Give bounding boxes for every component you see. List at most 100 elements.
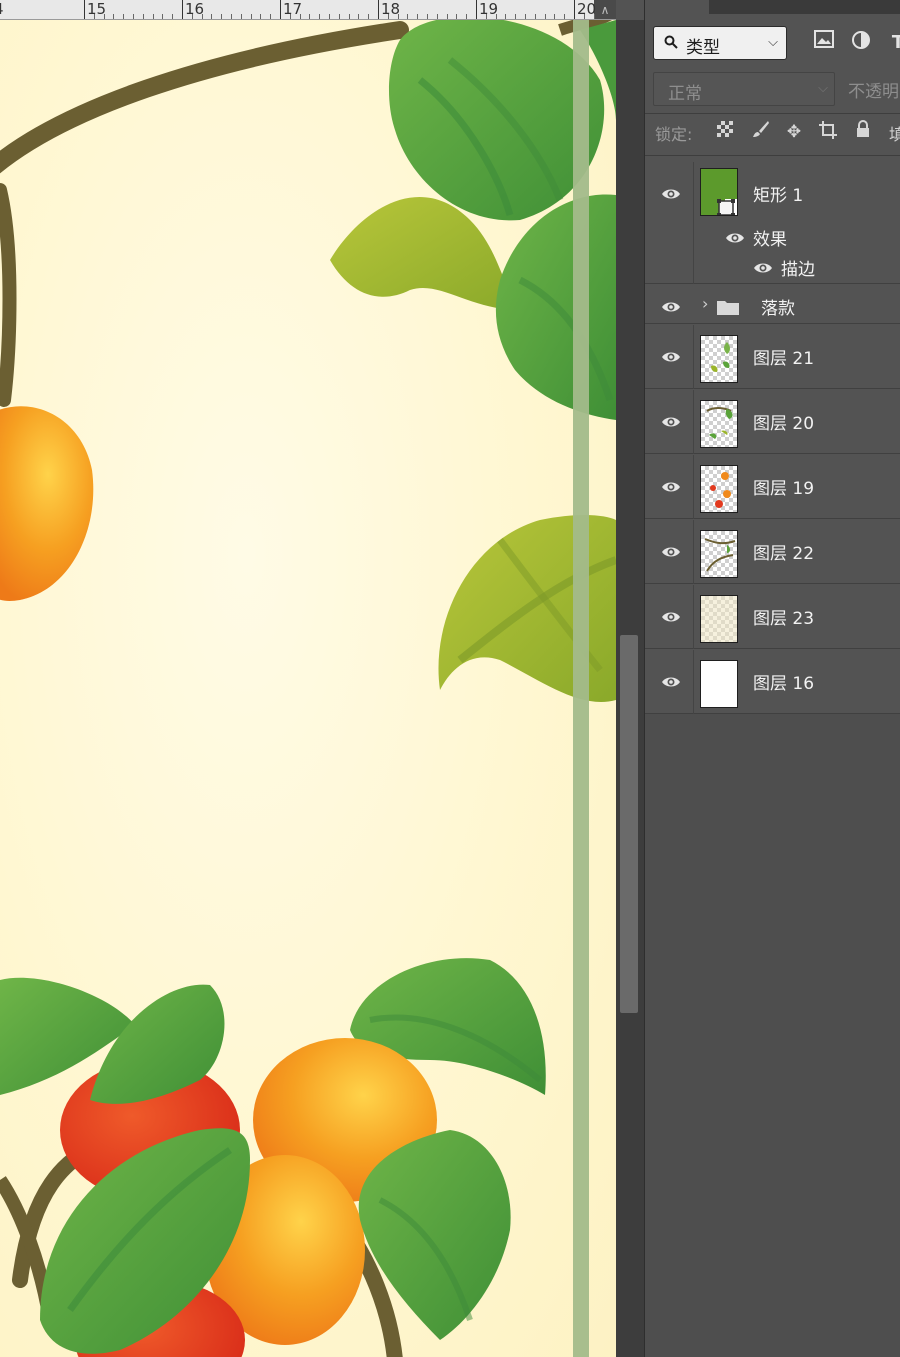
vertical-stroke-line xyxy=(573,20,589,1357)
ruler-minor-tick xyxy=(221,14,223,19)
ruler-minor-tick xyxy=(319,14,321,19)
ruler-label-partial: 4 xyxy=(0,0,4,19)
horizontal-ruler[interactable]: ∧ 15 16 17 18 19 20 4 xyxy=(0,0,616,20)
layer-thumbnail xyxy=(700,530,738,578)
ruler-label: 17 xyxy=(283,0,303,18)
panel-header-strip xyxy=(709,0,900,14)
layer-group-row[interactable]: › 落款 xyxy=(645,290,900,324)
ruler-minor-tick xyxy=(172,14,174,19)
ruler-minor-tick xyxy=(270,14,272,19)
document-canvas[interactable] xyxy=(0,20,616,1357)
visibility-eye-icon[interactable] xyxy=(725,228,745,248)
layer-row-shape[interactable]: 矩形 1 效果 描边 xyxy=(645,162,900,284)
scrollbar-thumb[interactable] xyxy=(620,635,638,1013)
ruler-major-tick xyxy=(280,0,281,19)
layer-thumbnail xyxy=(700,335,738,383)
opacity-label: 不透明 xyxy=(848,82,899,102)
visibility-eye-icon[interactable] xyxy=(661,542,681,562)
fruit-left-orange xyxy=(0,406,94,601)
ruler-minor-tick xyxy=(456,14,458,19)
ruler-minor-tick xyxy=(162,14,164,19)
visibility-eye-icon[interactable] xyxy=(661,184,681,204)
visibility-eye-icon[interactable] xyxy=(661,412,681,432)
row-separator xyxy=(693,162,694,284)
ruler-minor-tick xyxy=(407,14,409,19)
type-filter-icon[interactable]: T xyxy=(885,30,900,56)
layers-empty-area xyxy=(645,714,900,1357)
layer-name: 图层 20 xyxy=(753,414,815,434)
layer-name: 图层 16 xyxy=(753,674,815,694)
row-separator xyxy=(693,325,694,389)
layer-row[interactable]: 图层 22 xyxy=(645,520,900,584)
ruler-minor-tick xyxy=(338,14,340,19)
layer-row[interactable]: 图层 21 xyxy=(645,325,900,389)
ruler-minor-tick xyxy=(309,14,311,19)
lock-artboard-icon[interactable] xyxy=(816,120,840,144)
ruler-label: 19 xyxy=(479,0,499,18)
ruler-minor-tick xyxy=(466,14,468,19)
panel-divider xyxy=(645,155,900,156)
visibility-eye-icon[interactable] xyxy=(661,297,681,317)
row-separator xyxy=(693,585,694,649)
layer-row[interactable]: 图层 23 xyxy=(645,585,900,649)
ruler-major-tick xyxy=(84,0,85,19)
folder-icon xyxy=(717,301,739,315)
visibility-eye-icon[interactable] xyxy=(661,347,681,367)
lock-move-icon[interactable]: ✥ xyxy=(782,120,806,144)
ruler-minor-tick xyxy=(133,14,134,19)
visibility-eye-icon[interactable] xyxy=(661,477,681,497)
ruler-minor-tick xyxy=(152,14,154,19)
ruler-minor-tick xyxy=(123,14,125,19)
leaf-right-middle xyxy=(438,515,616,702)
ruler-minor-tick xyxy=(436,14,438,19)
visibility-eye-icon[interactable] xyxy=(661,607,681,627)
adjustment-filter-icon[interactable] xyxy=(848,30,874,56)
blend-mode-label: 正常 xyxy=(668,84,702,104)
layer-row[interactable]: 图层 19 xyxy=(645,455,900,519)
ruler-minor-tick xyxy=(231,14,232,19)
ruler-minor-tick xyxy=(544,14,546,19)
layer-row[interactable]: 图层 16 xyxy=(645,650,900,714)
ruler-minor-tick xyxy=(358,14,360,19)
stroke-effect-label: 描边 xyxy=(781,260,815,280)
chevron-down-icon: ⌵ xyxy=(818,81,828,96)
blend-mode-select[interactable]: 正常 ⌵ xyxy=(653,72,835,106)
lock-all-icon[interactable] xyxy=(851,120,875,144)
visibility-eye-icon[interactable] xyxy=(661,672,681,692)
ruler-label: 18 xyxy=(381,0,401,18)
layer-thumbnail xyxy=(700,595,738,643)
ruler-major-tick xyxy=(182,0,183,19)
ruler-minor-tick xyxy=(515,14,517,19)
ruler-major-tick xyxy=(378,0,379,19)
visibility-eye-icon[interactable] xyxy=(753,258,773,278)
lock-transparent-icon[interactable] xyxy=(713,120,737,144)
layer-name: 图层 19 xyxy=(753,479,815,499)
ruler-minor-tick xyxy=(113,14,115,19)
search-icon xyxy=(664,35,678,49)
ruler-minor-tick xyxy=(211,14,213,19)
lock-label: 锁定: xyxy=(655,125,693,144)
ruler-minor-tick xyxy=(564,14,566,19)
expand-arrow-icon[interactable]: › xyxy=(702,294,708,313)
layers-panel: 类型 ⌵ T 正常 ⌵ 不透明 锁定: ✥ 填 矩形 1 效果 描边 › 落款 … xyxy=(644,0,900,1357)
layer-filter-kind-select[interactable]: 类型 ⌵ xyxy=(653,26,787,60)
scroll-up-arrow-icon[interactable]: ∧ xyxy=(594,0,616,19)
ruler-minor-tick xyxy=(142,14,144,19)
canvas-vertical-scrollbar[interactable] xyxy=(616,20,644,1357)
image-filter-icon[interactable] xyxy=(811,30,837,56)
ruler-minor-tick xyxy=(505,14,507,19)
layer-name: 图层 23 xyxy=(753,609,815,629)
group-name: 落款 xyxy=(761,299,795,319)
panel-divider xyxy=(645,113,900,114)
ruler-minor-tick xyxy=(417,14,419,19)
layer-row[interactable]: 图层 20 xyxy=(645,390,900,454)
effects-label: 效果 xyxy=(753,230,787,250)
ruler-label: 20 xyxy=(577,0,597,18)
ruler-major-tick xyxy=(476,0,477,19)
layer-thumbnail xyxy=(700,660,738,708)
layer-thumbnail xyxy=(700,465,738,513)
ruler-minor-tick xyxy=(260,14,262,19)
lock-paint-icon[interactable] xyxy=(749,120,773,144)
layer-thumbnail xyxy=(700,168,738,216)
ruler-minor-tick xyxy=(240,14,242,19)
